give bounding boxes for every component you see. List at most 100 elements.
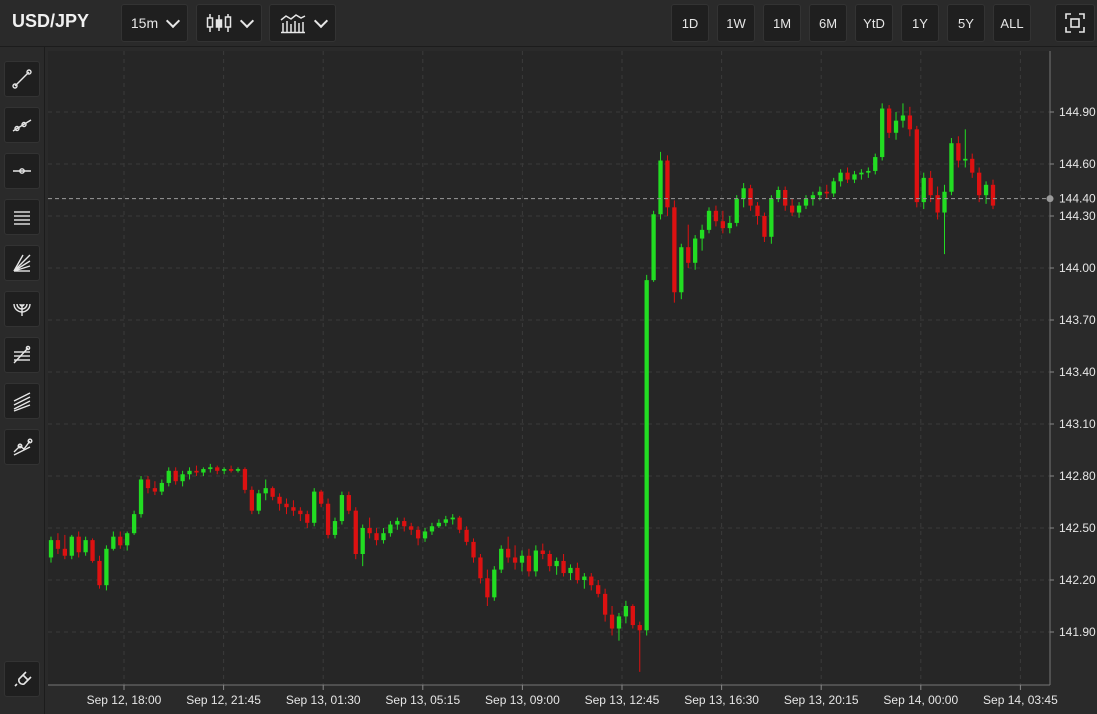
candle-body <box>803 198 809 206</box>
candle-body <box>859 172 864 175</box>
candle-body <box>166 470 171 483</box>
y-tick-label: 141.90 <box>1059 625 1096 639</box>
current-price-label: 144.40 <box>1059 192 1096 206</box>
candle-body <box>492 569 497 598</box>
candle-body <box>374 533 379 541</box>
candle-body <box>118 536 123 546</box>
candle <box>706 207 712 234</box>
candle-body <box>201 469 206 473</box>
candle-body <box>339 495 345 522</box>
candle-body <box>415 529 421 539</box>
candle-body <box>353 510 358 554</box>
candle-body <box>180 474 185 482</box>
candle-body <box>693 238 698 263</box>
candle <box>630 604 635 629</box>
candle <box>651 210 656 282</box>
candle-body <box>263 488 268 494</box>
candle-body <box>222 469 227 471</box>
candle-body <box>381 533 386 541</box>
candle <box>138 476 144 518</box>
candle-body <box>249 489 255 511</box>
candle-body <box>505 548 511 558</box>
candle-body <box>422 531 428 539</box>
candle-body <box>55 540 61 549</box>
candle-body <box>852 174 857 180</box>
candle-body <box>970 158 975 173</box>
candle-body <box>637 625 642 631</box>
candle <box>880 103 885 161</box>
candle-body <box>312 491 317 523</box>
x-tick-label: Sep 12, 21:45 <box>186 693 261 707</box>
candle-body <box>630 606 635 626</box>
candle-body <box>242 469 248 490</box>
candle-body <box>810 195 816 199</box>
x-tick-label: Sep 14, 03:45 <box>983 693 1058 707</box>
x-axis: Sep 12, 18:00 Sep 12, 21:45 Sep 13, 01:30 S… <box>87 685 1058 707</box>
candle-body <box>83 540 88 553</box>
candle-body <box>215 467 220 471</box>
x-tick-label: Sep 13, 01:30 <box>286 693 361 707</box>
candle-body <box>471 541 476 558</box>
candle-body <box>298 510 303 515</box>
candle-body <box>457 517 462 530</box>
candle-body <box>554 560 559 567</box>
candle-body <box>90 540 95 561</box>
candle-body <box>159 482 164 492</box>
candle-body <box>831 181 836 194</box>
candle-body <box>367 528 372 534</box>
candle <box>242 467 248 494</box>
candle-body <box>478 557 483 579</box>
candle <box>949 138 954 196</box>
candle-body <box>69 536 74 556</box>
candle <box>104 545 109 591</box>
candle-body <box>623 606 629 617</box>
candle-body <box>62 548 68 556</box>
candle <box>312 488 317 527</box>
candle <box>69 534 74 560</box>
y-tick-label: 143.70 <box>1059 313 1096 327</box>
price-chart[interactable]: 144.90 144.60 144.30 144.00 143.70 143.40 143.… <box>0 0 1097 714</box>
y-tick-label: 144.00 <box>1059 261 1096 275</box>
candle-body <box>194 470 199 473</box>
candle-body <box>783 190 788 206</box>
candle-body <box>395 521 400 525</box>
candle <box>339 491 345 525</box>
candle-body <box>616 616 622 629</box>
candle-body <box>318 491 324 504</box>
candle <box>256 489 261 515</box>
candle-body <box>720 221 726 229</box>
candle <box>679 243 684 300</box>
candle-body <box>873 157 878 171</box>
candle-body <box>935 195 940 213</box>
candle-body <box>928 177 933 196</box>
candle-body <box>699 229 705 239</box>
candle <box>769 195 774 244</box>
candle-body <box>145 479 151 489</box>
candle-body <box>713 210 719 222</box>
candle <box>914 125 919 208</box>
candle <box>644 274 649 636</box>
candle-body <box>48 540 54 558</box>
candle-body <box>845 172 850 180</box>
candle-body <box>596 585 601 594</box>
candle-body <box>485 578 490 598</box>
candle-body <box>762 216 767 237</box>
candle-body <box>796 205 802 213</box>
candle-body <box>568 567 573 574</box>
y-tick-label: 144.90 <box>1059 105 1096 119</box>
candle-body <box>97 560 102 586</box>
candle-body <box>208 467 213 470</box>
candle-body <box>388 524 393 534</box>
candle-body <box>533 550 539 572</box>
candle-body <box>589 576 594 586</box>
candle-body <box>672 207 677 293</box>
candle-body <box>651 214 656 281</box>
x-tick-label: Sep 14, 00:00 <box>883 693 958 707</box>
candle-body <box>686 247 691 263</box>
x-tick-label: Sep 13, 09:00 <box>485 693 560 707</box>
candle-body <box>949 143 954 192</box>
candle-body <box>429 526 435 532</box>
candle <box>672 200 677 303</box>
candle-body <box>450 517 455 520</box>
y-tick-label: 142.20 <box>1059 573 1096 587</box>
